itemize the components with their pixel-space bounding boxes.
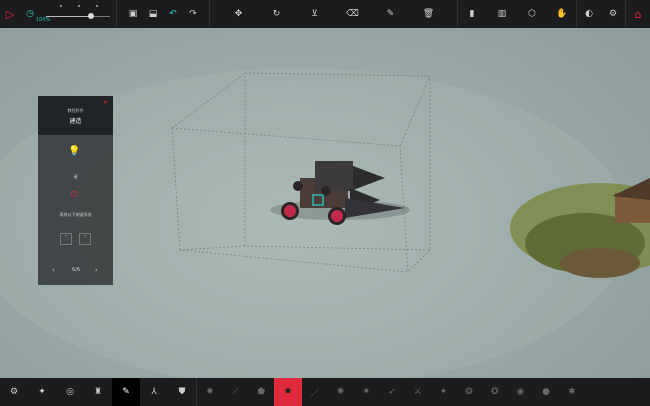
save-icon[interactable]: ▣: [123, 0, 143, 28]
part-flame-icon[interactable]: ✪: [482, 378, 508, 406]
part-spear-icon[interactable]: ➶: [379, 378, 405, 406]
slider-knob[interactable]: [87, 13, 94, 19]
part-sword-icon[interactable]: ／: [302, 378, 328, 406]
category-tools-icon[interactable]: ✎: [112, 378, 140, 406]
rotate-icon[interactable]: ↻: [267, 0, 287, 28]
category-armour-icon[interactable]: ⛊: [168, 378, 196, 406]
redo-icon[interactable]: ↷: [183, 0, 203, 28]
top-toolbar: ▷ ◷ 100% ▣ ⬓ ↶ ↷ ✥ ↻ ⊻ ⌫ ✎ 🗑 ▮ ▥ ⬡ ✋ ◐ ⚙: [0, 0, 650, 28]
load-icon[interactable]: ⬓: [143, 0, 163, 28]
part-extra-icon[interactable]: ✱: [559, 378, 585, 406]
eraser-icon[interactable]: ⌫: [343, 0, 363, 28]
lightbulb-icon: 💡: [68, 146, 81, 157]
category-blocks-icon[interactable]: ✦: [28, 378, 56, 406]
bookmark-icon[interactable]: ▮: [462, 0, 482, 28]
home-icon[interactable]: ⌂: [626, 0, 650, 28]
part-blade-icon[interactable]: ⟋: [223, 378, 249, 406]
part-bomb-icon[interactable]: ●: [533, 378, 559, 406]
flip-icon[interactable]: ⊻: [305, 0, 325, 28]
part-spike-icon[interactable]: ✹: [197, 378, 223, 406]
view-group: ▮ ▥ ⬡ ✋: [457, 0, 577, 28]
part-fire-icon[interactable]: ◉: [508, 378, 534, 406]
category-flight-icon[interactable]: ⅄: [140, 378, 168, 406]
cube-icon[interactable]: ⬡: [522, 0, 542, 28]
part-axe-icon[interactable]: ⚔: [405, 378, 431, 406]
simulation-group: ▷ ◷ 100%: [0, 0, 117, 28]
page-indicator: 6/6: [71, 267, 81, 273]
parts-list: ✹ ⟋ ⬟ ✸ ／ ✺ ✷ ➶ ⚔ ✦ ❂ ✪ ◉ ● ✱: [197, 378, 585, 406]
part-grinder-icon[interactable]: ❂: [456, 378, 482, 406]
key-up-button[interactable]: ˄: [79, 233, 91, 245]
part-spinning-saw-icon[interactable]: ✸: [274, 378, 303, 406]
tools-group: ✥ ↻ ⊻ ⌫ ✎ 🗑: [229, 0, 439, 28]
key-down-button[interactable]: ˅: [60, 233, 72, 245]
panel-title: 建造: [69, 118, 82, 125]
block-info-panel: 教程积件 建造 ✕ 💡 键 ⏻ 再按以下按键添加 ˅ ˄ ‹ 6/6 ›: [38, 96, 113, 285]
play-icon[interactable]: ▷: [0, 0, 20, 28]
time-scale-slider[interactable]: [40, 0, 116, 28]
power-icon: ⏻: [71, 190, 79, 200]
panel-header: 教程积件 建造 ✕: [38, 96, 113, 135]
category-tabs: ⚙ ✦ ◎ ♜ ✎ ⅄ ⛊: [0, 378, 196, 406]
key-label: 键: [73, 174, 78, 179]
settings-group: ◐ ⚙: [577, 0, 626, 28]
panel-hint: 再按以下按键添加: [59, 212, 92, 217]
panel-subtitle: 教程积件: [67, 108, 84, 113]
category-basic-icon[interactable]: ⚙: [0, 378, 28, 406]
toggle-icon[interactable]: ◐: [579, 0, 599, 28]
file-group: ▣ ⬓ ↶ ↷: [117, 0, 210, 28]
hand-icon[interactable]: ✋: [552, 0, 572, 28]
settings-icon[interactable]: ⚙: [603, 0, 623, 28]
prev-page-icon[interactable]: ‹: [52, 266, 55, 274]
undo-icon[interactable]: ↶: [163, 0, 183, 28]
slider-fill: [46, 16, 91, 17]
category-mechanical-icon[interactable]: ◎: [56, 378, 84, 406]
category-weapons-icon[interactable]: ♜: [84, 378, 112, 406]
trash-icon[interactable]: 🗑: [419, 0, 439, 28]
next-page-icon[interactable]: ›: [95, 266, 98, 274]
part-claw-icon[interactable]: ✦: [431, 378, 457, 406]
stats-icon[interactable]: ▥: [492, 0, 512, 28]
part-shield-icon[interactable]: ⬟: [248, 378, 274, 406]
timer-icon[interactable]: ◷: [20, 0, 40, 28]
part-drill-icon[interactable]: ✺: [328, 378, 354, 406]
slider-tick: [60, 5, 62, 7]
slider-tick: [78, 5, 80, 7]
pen-icon[interactable]: ✎: [381, 0, 401, 28]
move-icon[interactable]: ✥: [229, 0, 249, 28]
close-icon[interactable]: ✕: [103, 99, 108, 106]
slider-tick: [96, 5, 98, 7]
part-mace-icon[interactable]: ✷: [353, 378, 379, 406]
bottom-toolbar: ⚙ ✦ ◎ ♜ ✎ ⅄ ⛊ ✹ ⟋ ⬟ ✸ ／ ✺ ✷ ➶ ⚔ ✦ ❂ ✪ ◉ ● ✱: [0, 378, 650, 406]
